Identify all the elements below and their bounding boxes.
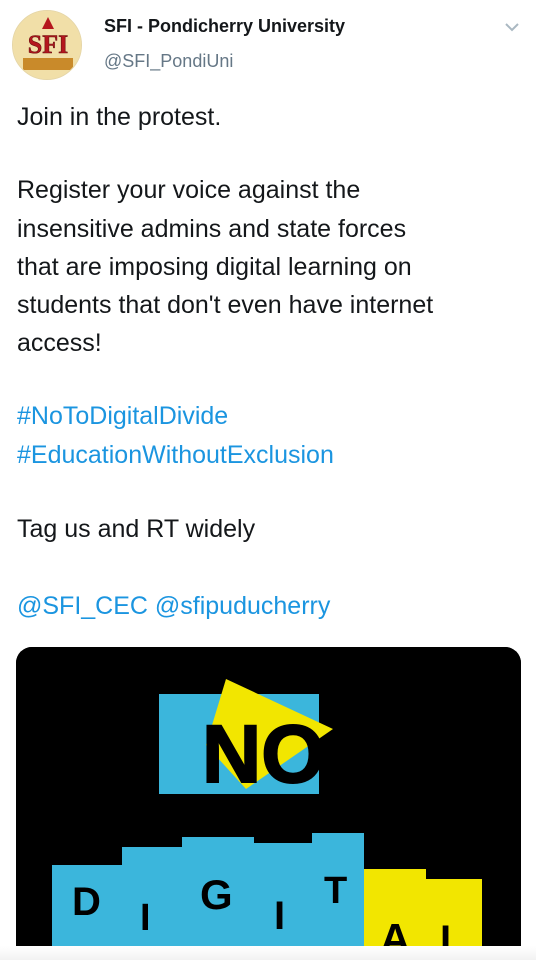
avatar-text: SFI (28, 30, 68, 59)
tweet-text-line: Tag us and RT widely (17, 515, 256, 543)
no-digital-poster: NO D I G I T A L (16, 647, 521, 960)
hashtag-link[interactable]: #NoToDigitalDivide (17, 397, 228, 435)
tweet-card: SFI SFI - Pondicherry University @SFI_Po… (0, 0, 536, 960)
letter-i: I (140, 897, 151, 939)
letter-block (122, 847, 182, 960)
bottom-edge (0, 946, 536, 960)
chevron-down-icon[interactable] (503, 20, 521, 34)
letter-t: T (324, 870, 347, 912)
tweet-text-line: insensitive admins and state forces (17, 215, 407, 243)
tweet-text-line: Register your voice against the (17, 176, 361, 204)
no-word: NO (202, 709, 325, 800)
letter-d: D (72, 880, 101, 924)
letter-i: I (274, 894, 285, 938)
hashtag-link[interactable]: #EducationWithoutExclusion (17, 436, 334, 474)
avatar[interactable]: SFI (12, 10, 82, 80)
tweet-media-image[interactable]: NO D I G I T A L (16, 647, 521, 960)
tweet-text-line: Join in the protest. (17, 103, 222, 131)
author-name[interactable]: SFI - Pondicherry University (104, 16, 345, 37)
letter-g: G (200, 871, 233, 918)
author-handle[interactable]: @SFI_PondiUni (104, 51, 233, 72)
tweet-text-line: students that don't even have internet (17, 291, 434, 319)
tweet-text-line: that are imposing digital learning on (17, 253, 412, 281)
mentions-link[interactable]: @SFI_CEC @sfipuducherry (17, 587, 330, 625)
tweet-text-line: access! (17, 329, 102, 357)
logo-banner (23, 58, 73, 70)
sfi-logo: SFI (13, 11, 81, 79)
